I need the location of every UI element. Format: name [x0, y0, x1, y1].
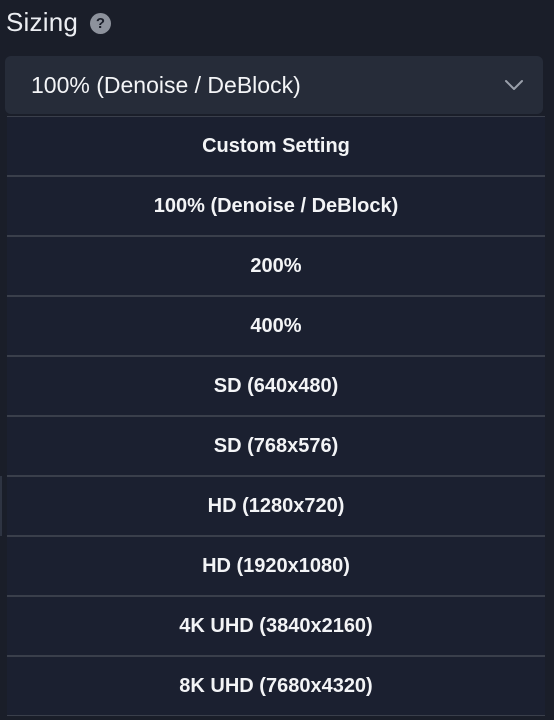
option-label: 200% — [250, 254, 302, 277]
sizing-select[interactable]: 100% (Denoise / DeBlock) — [5, 56, 543, 114]
section-title: Sizing — [6, 6, 79, 37]
option-sd-768x576[interactable]: SD (768x576) — [7, 417, 545, 475]
chevron-down-icon — [505, 80, 523, 90]
option-label: 4K UHD (3840x2160) — [179, 614, 373, 637]
help-icon[interactable]: ? — [90, 12, 112, 34]
option-label: HD (1920x1080) — [202, 554, 350, 577]
dropdown-list: Custom Setting 100% (Denoise / DeBlock) … — [7, 116, 545, 716]
option-label: 8K UHD (7680x4320) — [179, 674, 373, 697]
option-100-percent[interactable]: 100% (Denoise / DeBlock) — [7, 177, 545, 235]
option-custom-setting[interactable]: Custom Setting — [7, 117, 545, 175]
select-value: 100% (Denoise / DeBlock) — [31, 72, 301, 98]
option-400-percent[interactable]: 400% — [7, 297, 545, 355]
option-label: SD (640x480) — [213, 374, 339, 397]
option-label: SD (768x576) — [213, 434, 339, 457]
option-hd-1280x720[interactable]: HD (1280x720) — [7, 477, 545, 535]
background-edge — [0, 476, 2, 536]
option-4k-uhd[interactable]: 4K UHD (3840x2160) — [7, 597, 545, 655]
option-8k-uhd[interactable]: 8K UHD (7680x4320) — [7, 657, 545, 715]
option-label: HD (1280x720) — [207, 494, 345, 517]
option-label: 100% (Denoise / DeBlock) — [153, 194, 399, 217]
option-sd-640x480[interactable]: SD (640x480) — [7, 357, 545, 415]
option-label: 400% — [250, 314, 302, 337]
sizing-header: Sizing ? — [6, 4, 112, 40]
option-200-percent[interactable]: 200% — [7, 237, 545, 295]
option-hd-1920x1080[interactable]: HD (1920x1080) — [7, 537, 545, 595]
option-label: Custom Setting — [202, 134, 350, 157]
